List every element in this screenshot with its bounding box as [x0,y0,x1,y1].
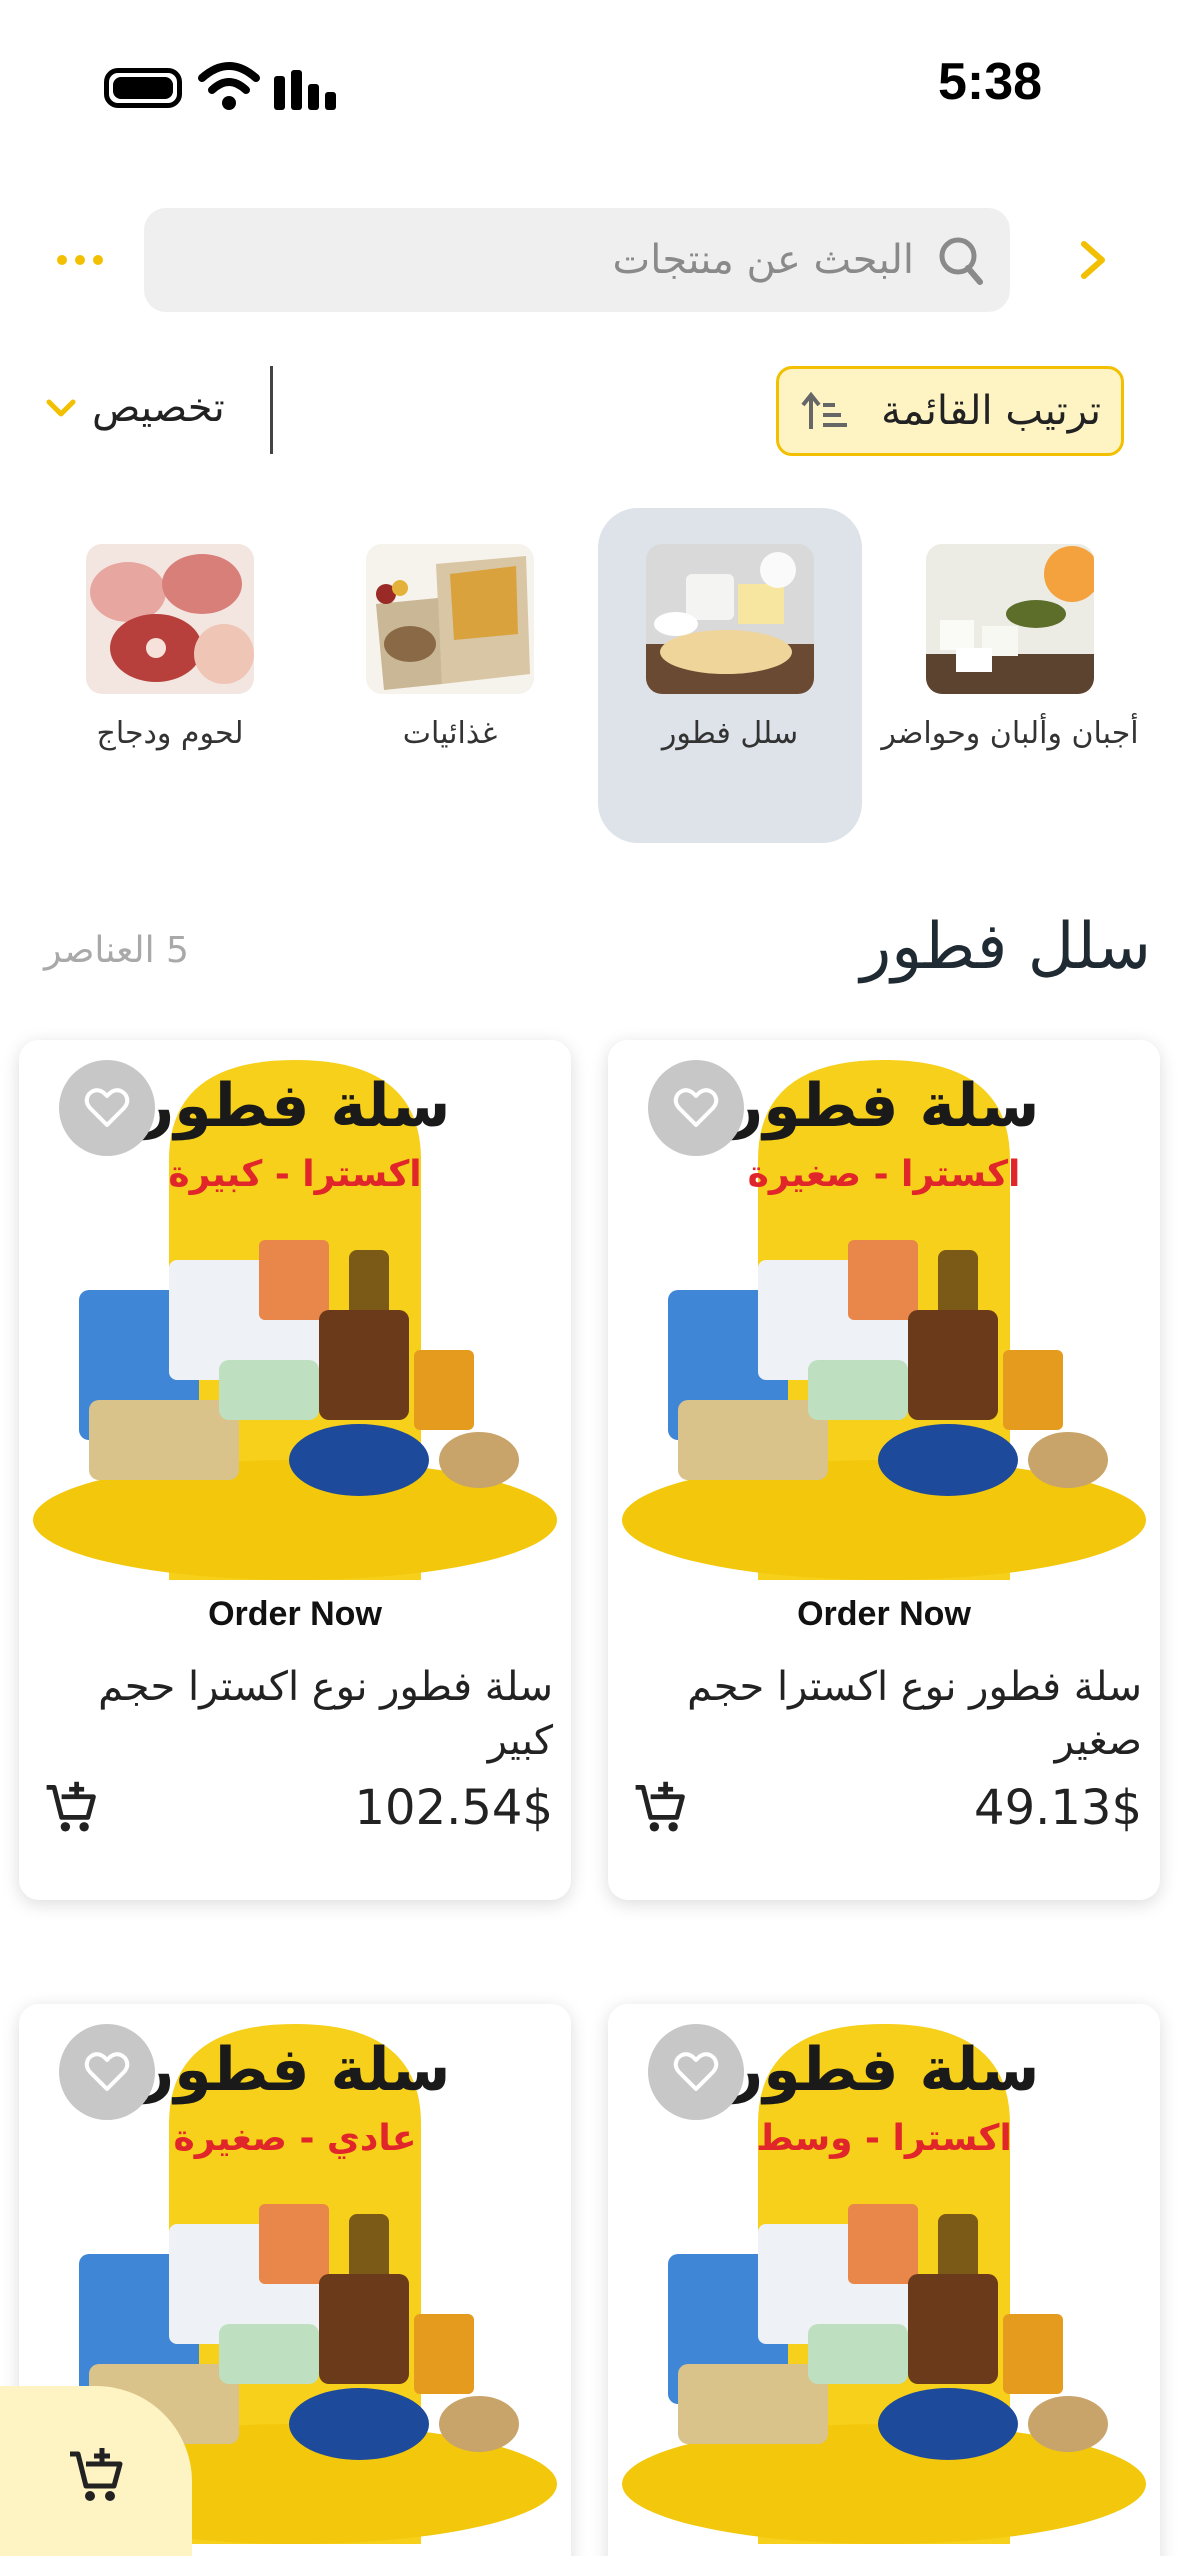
product-card[interactable]: سلة فطور اكسترا - وسط Order Now [608,2004,1160,2556]
battery-icon [104,68,182,108]
dot [75,255,85,265]
heart-icon [673,1088,719,1127]
add-to-cart-icon [70,2448,123,2501]
heart-icon [84,2052,130,2091]
search-input[interactable]: البحث عن منتجات [144,208,1010,312]
category-groceries[interactable]: غذائيات [318,508,582,843]
category-meat-poultry[interactable]: لحوم ودجاج [38,508,302,843]
groceries-image [366,544,534,694]
banner-subtitle: اكسترا - وسط [756,2118,1012,2159]
divider [270,366,273,454]
cheese-dairy-image [926,544,1094,694]
category-label: سلل فطور [661,716,799,751]
banner-title: سلة فطور [137,1071,451,1141]
signal-icon [274,66,336,110]
sort-icon [801,391,847,429]
category-cheese-dairy[interactable]: أجبان وألبان وحواضر [878,508,1142,843]
meat-poultry-image [86,544,254,694]
order-now-label: Order Now [208,1595,382,1633]
status-bar: 5:38 [0,0,1179,170]
status-time: 5:38 [937,53,1043,111]
sort-button[interactable]: ترتيب القائمة [776,366,1124,456]
filter-button[interactable]: تخصيص [44,372,254,444]
product-card[interactable]: سلة فطور اكسترا - صغيرة Order Now سلة فط… [608,1040,1160,1900]
product-price: 49.13$ [974,1780,1142,1836]
wifi-icon [198,62,260,110]
add-to-cart-icon[interactable] [41,1778,101,1838]
product-name: سلة فطور نوع اكسترا حجم كبير [98,1664,553,1764]
dot [93,255,103,265]
add-to-cart-icon[interactable] [630,1778,690,1838]
dot [57,255,67,265]
product-card[interactable]: سلة فطور اكسترا - كبيرة Order Now سلة فط… [19,1040,571,1900]
chevron-down-icon [46,399,76,417]
heart-icon [673,2052,719,2091]
order-now-label: Order Now [797,1595,971,1633]
filter-label: تخصيص [92,385,225,431]
category-label: غذائيات [402,716,498,751]
breakfast-baskets-image [646,544,814,694]
product-price: 102.54$ [354,1780,554,1836]
heart-icon [84,1088,130,1127]
favorite-button[interactable] [59,1060,155,1156]
banner-subtitle: اكسترا - صغيرة [748,1154,1021,1195]
category-label: لحوم ودجاج [96,716,244,751]
sort-label: ترتيب القائمة [881,388,1101,434]
banner-subtitle: اكسترا - كبيرة [168,1154,421,1195]
item-count: 5 العناصر [44,930,189,971]
favorite-button[interactable] [648,2024,744,2120]
more-options-button[interactable] [50,230,110,290]
banner-subtitle: عادي - صغيرة [173,2118,416,2159]
favorite-button[interactable] [648,1060,744,1156]
category-label: أجبان وألبان وحواضر [881,716,1139,751]
section-title: سلل فطور [860,910,1151,984]
chevron-right-icon[interactable] [1072,232,1114,288]
banner-title: سلة فطور [726,2035,1040,2105]
favorite-button[interactable] [59,2024,155,2120]
search-placeholder: البحث عن منتجات [612,237,914,283]
product-name: سلة فطور نوع اكسترا حجم صغير [687,1664,1142,1764]
category-breakfast-baskets[interactable]: سلل فطور [598,508,862,843]
search-icon [939,237,983,285]
banner-title: سلة فطور [726,1071,1040,1141]
banner-title: سلة فطور [137,2035,451,2105]
